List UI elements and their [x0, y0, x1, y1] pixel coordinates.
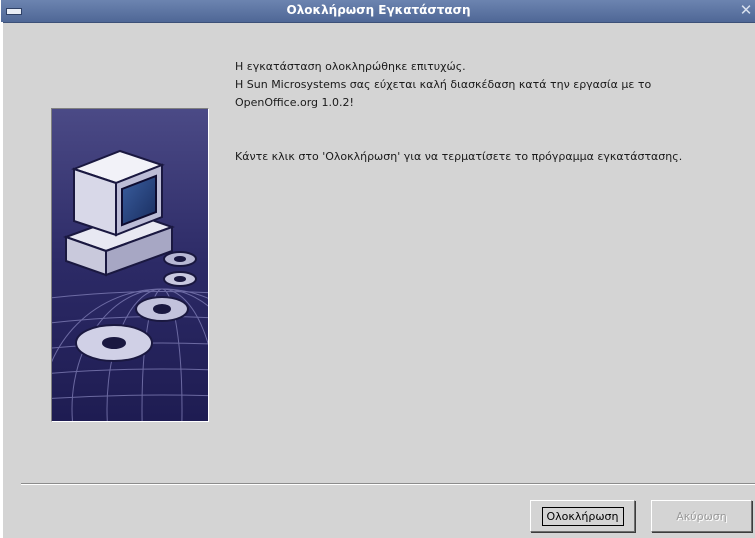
message-line-success: Η εγκατάσταση ολοκληρώθηκε επιτυχώς.: [235, 60, 466, 73]
title-bar[interactable]: Ολοκλήρωση Εγκατάσταση ✕: [1, 0, 755, 23]
window-border: [1, 22, 3, 538]
button-separator: [21, 483, 755, 485]
finish-button[interactable]: Ολοκλήρωση: [530, 500, 635, 532]
installer-hero-image: [51, 108, 209, 422]
completion-message: Η εγκατάσταση ολοκληρώθηκε επιτυχώς. Η S…: [235, 58, 750, 166]
message-line-thanks: Η Sun Microsystems σας εύχεται καλή διασ…: [235, 78, 652, 91]
cancel-button-label: Ακύρωση: [676, 509, 727, 523]
window-title: Ολοκλήρωση Εγκατάσταση: [286, 3, 471, 17]
finish-button-label: Ολοκλήρωση: [541, 506, 624, 526]
message-line-instruction: Κάντε κλικ στο 'Ολοκλήρωση' για να τερμα…: [235, 150, 683, 163]
computer-with-discs-icon: [52, 109, 208, 421]
cancel-button[interactable]: Ακύρωση: [651, 500, 752, 532]
close-icon[interactable]: ✕: [738, 1, 754, 19]
installer-window: Ολοκλήρωση Εγκατάσταση ✕ Η εγκατάσταση ο…: [0, 0, 755, 538]
message-line-product: OpenOffice.org 1.0.2!: [235, 96, 354, 109]
